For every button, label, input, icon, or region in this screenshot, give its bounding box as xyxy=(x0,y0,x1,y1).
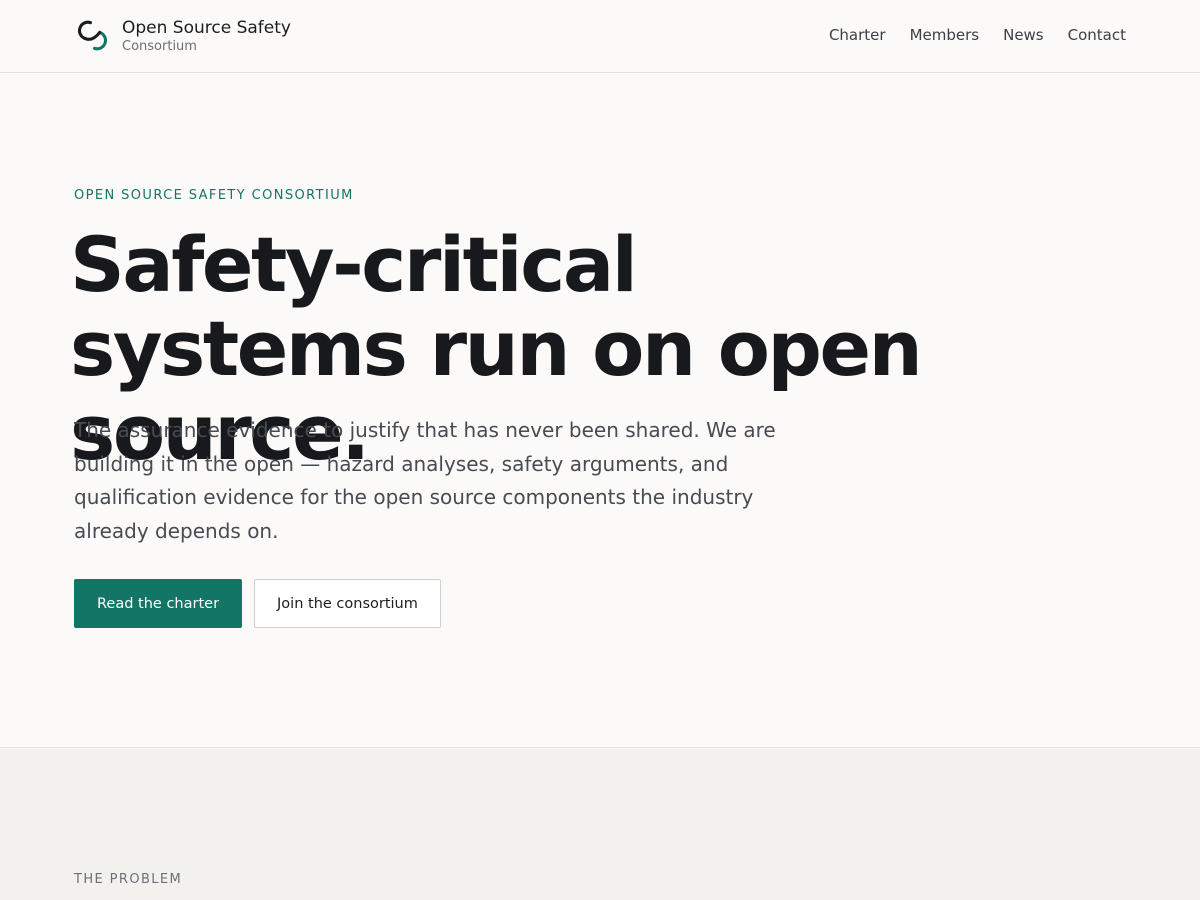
brand-link[interactable]: Open Source Safety Consortium xyxy=(74,17,291,54)
linked-rings-logo-icon xyxy=(78,20,107,51)
read-charter-button[interactable]: Read the charter xyxy=(74,579,243,628)
problem-section-label: THE PROBLEM xyxy=(74,872,183,887)
brand-subtitle: Consortium xyxy=(122,39,197,54)
nav-link-members[interactable]: Members xyxy=(910,24,980,46)
join-consortium-button[interactable]: Join the consortium xyxy=(254,579,441,628)
hero-section: OPEN SOURCE SAFETY CONSORTIUM Safety-cri… xyxy=(0,73,1200,748)
hero-actions: Read the charter Join the consortium xyxy=(74,579,441,628)
problem-section: THE PROBLEM xyxy=(0,749,1200,900)
nav-link-contact[interactable]: Contact xyxy=(1068,24,1126,46)
main-nav: Charter Members News Contact xyxy=(829,24,1126,46)
hero-lede: The assurance evidence to justify that h… xyxy=(74,418,776,543)
site-header: Open Source Safety Consortium Charter Me… xyxy=(0,0,1200,73)
hero-eyebrow: OPEN SOURCE SAFETY CONSORTIUM xyxy=(74,188,354,203)
brand-name: Open Source Safety xyxy=(122,18,291,38)
nav-link-news[interactable]: News xyxy=(1003,24,1044,46)
nav-link-charter[interactable]: Charter xyxy=(829,24,886,46)
